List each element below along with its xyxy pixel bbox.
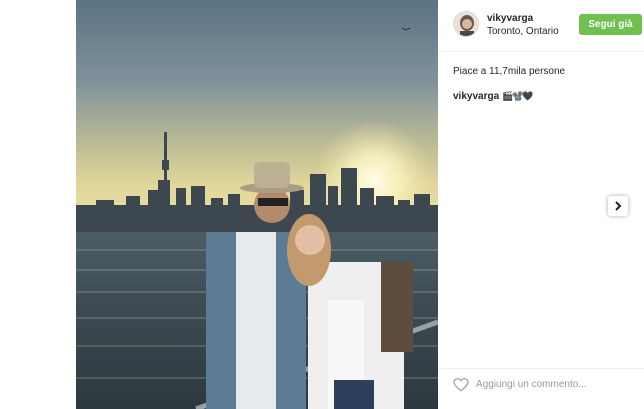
username-link[interactable]: vikyvarga [487,13,559,25]
post-photo [76,0,438,409]
likes-count[interactable]: Piace a 11,7mila persone [453,66,565,77]
post-caption: vikyvarga 🎬📽️🖤 [453,91,534,102]
avatar-image [454,12,478,36]
avatar[interactable] [453,11,479,37]
caption-username[interactable]: vikyvarga [453,91,499,102]
location-link[interactable]: Toronto, Ontario [487,26,559,38]
instagram-post-page: vikyvarga Toronto, Ontario Segui già Pia… [0,0,644,409]
comment-bar [438,368,644,398]
chevron-right-icon [615,201,622,211]
caption-text: 🎬📽️🖤 [501,91,534,101]
comment-input[interactable] [476,376,636,392]
follow-button[interactable]: Segui già [579,14,642,35]
photo-image [76,0,438,409]
next-post-button[interactable] [608,196,628,216]
user-info: vikyvarga Toronto, Ontario [487,13,559,38]
heart-icon[interactable] [453,378,469,392]
post-header: vikyvarga Toronto, Ontario Segui già [438,0,644,52]
